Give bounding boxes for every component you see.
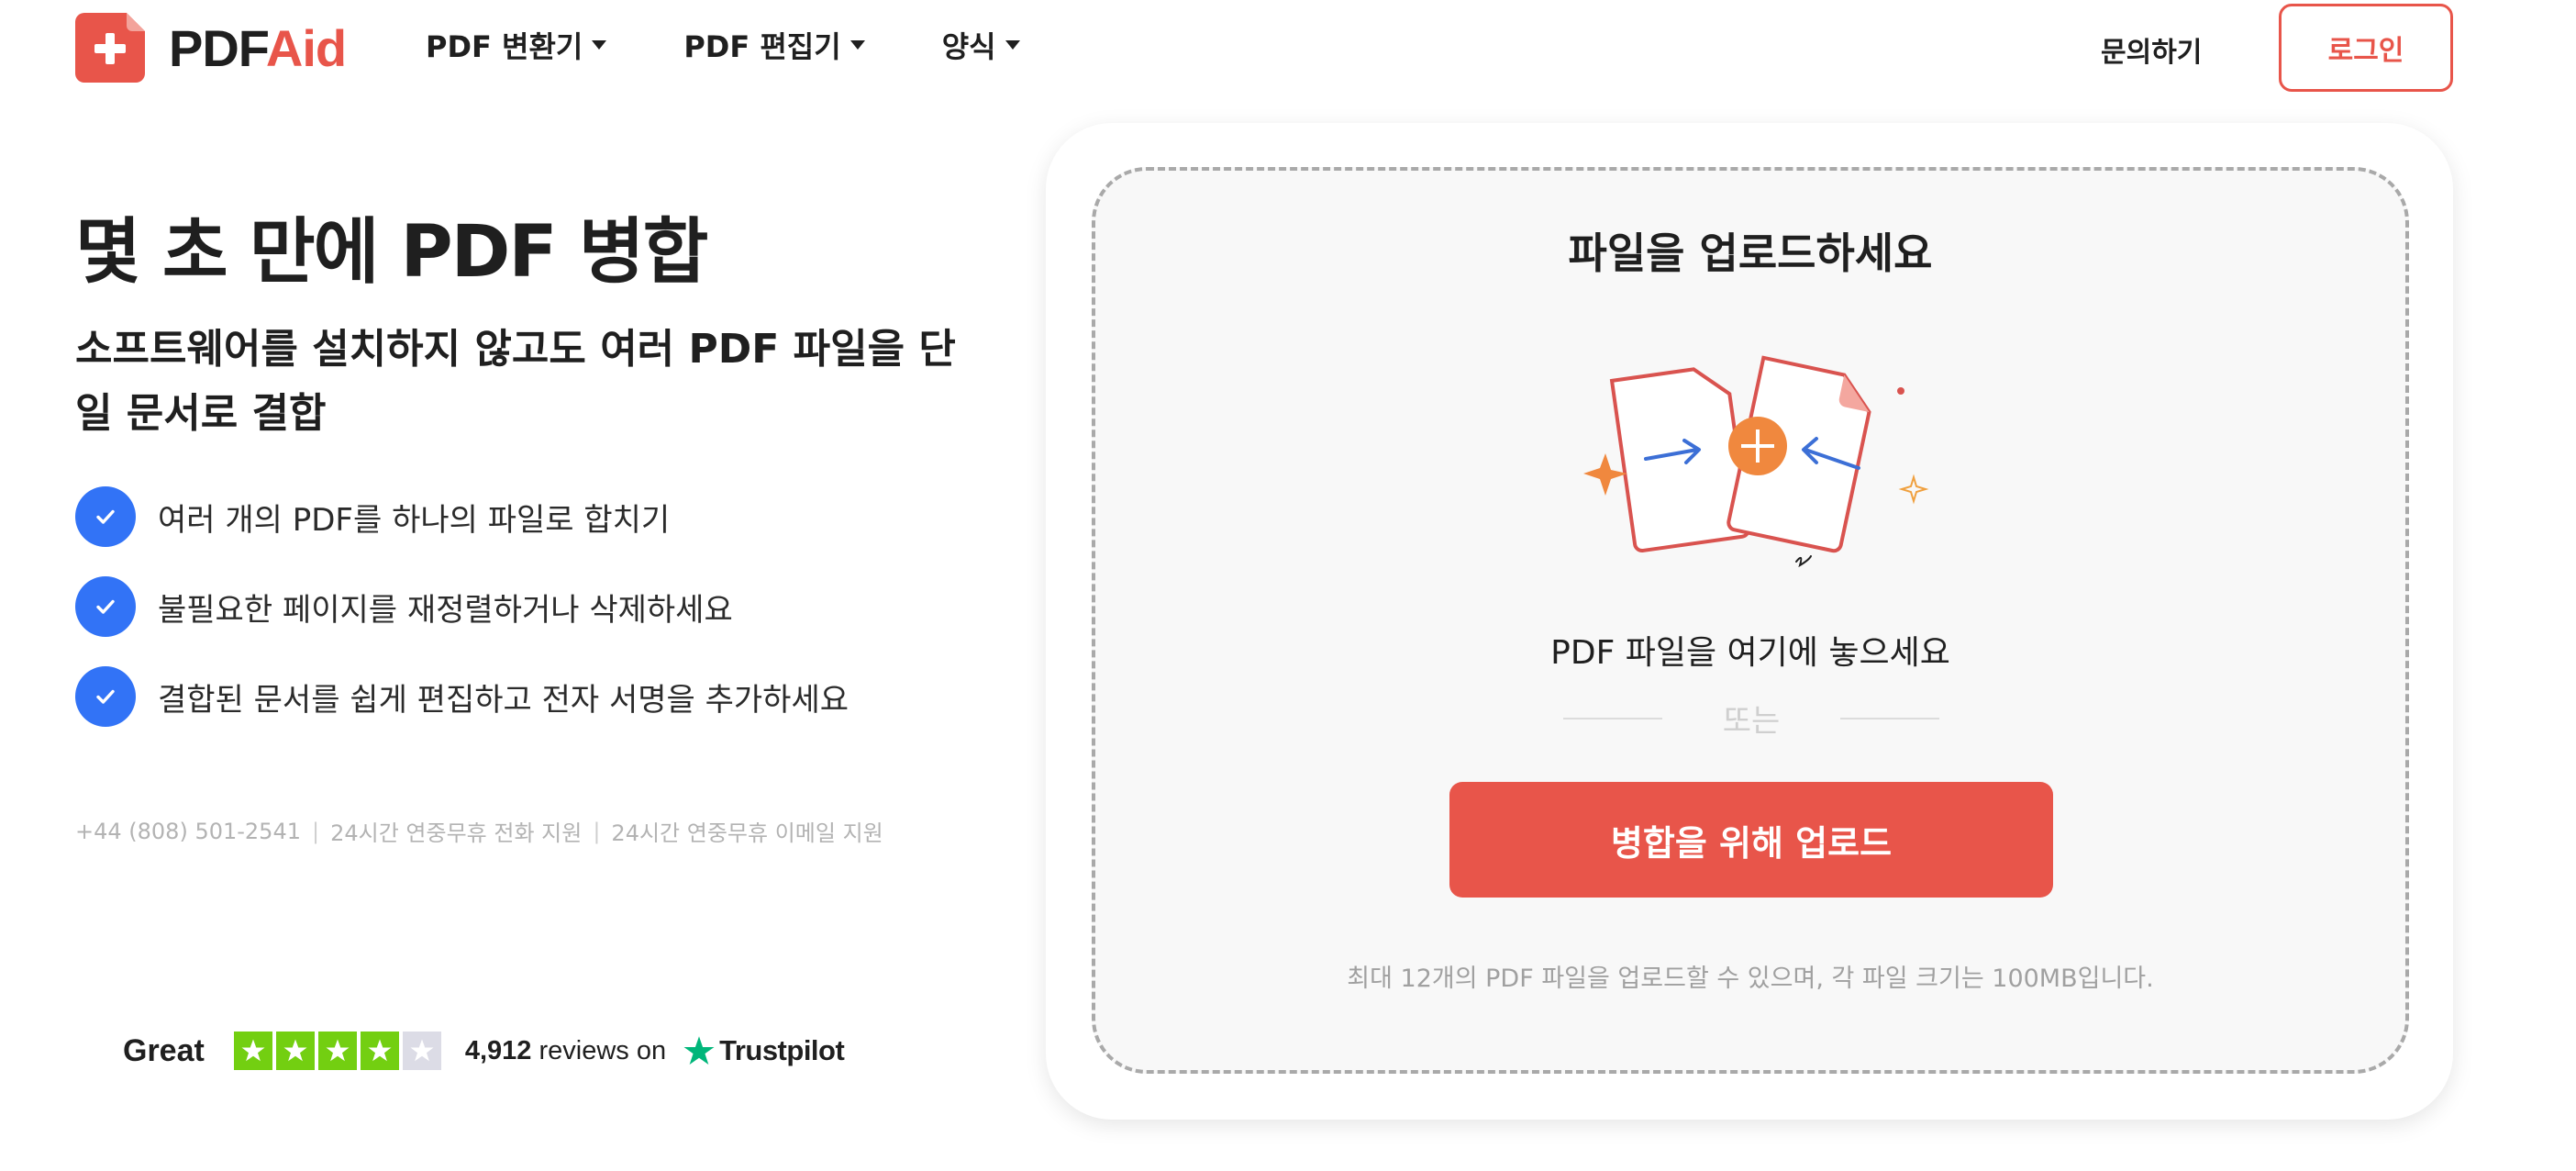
- logo-text: PDFAid: [169, 18, 347, 78]
- trustpilot-logo: Trustpilot: [683, 1034, 845, 1067]
- nav-pdf-converter-label: PDF 변환기: [426, 29, 583, 64]
- trust-review-count: 4,912 reviews on: [465, 1036, 666, 1066]
- check-icon: [75, 576, 136, 637]
- trust-rating-word: Great: [123, 1032, 205, 1068]
- support-separator: |: [312, 818, 320, 844]
- logo[interactable]: PDFAid: [75, 13, 347, 83]
- logo-plus-icon: [75, 13, 145, 83]
- feature-item: 불필요한 페이지를 재정렬하거나 삭제하세요: [75, 576, 849, 637]
- divider-line: [1840, 717, 1939, 719]
- drop-zone[interactable]: [1092, 167, 2409, 1074]
- trustpilot-star-icon: [683, 1036, 715, 1065]
- feature-text: 불필요한 페이지를 재정렬하거나 삭제하세요: [158, 591, 733, 629]
- nav-pdf-editor-label: PDF 편집기: [683, 29, 841, 64]
- support-phone[interactable]: +44 (808) 501-2541: [75, 819, 301, 844]
- login-button[interactable]: 로그인: [2279, 4, 2453, 92]
- check-icon: [75, 666, 136, 727]
- page-title: 몇 초 만에 PDF 병합: [75, 211, 708, 294]
- feature-item: 여러 개의 PDF를 하나의 파일로 합치기: [75, 486, 849, 547]
- feature-text: 결합된 문서를 쉽게 편집하고 전자 서명을 추가하세요: [158, 681, 849, 719]
- feature-item: 결합된 문서를 쉽게 편집하고 전자 서명을 추가하세요: [75, 666, 849, 727]
- trust-stars: [233, 1032, 445, 1070]
- support-separator: |: [593, 818, 601, 844]
- caret-down-icon: [849, 40, 865, 50]
- logo-text-pdf: PDF: [169, 18, 267, 77]
- contact-link[interactable]: 문의하기: [2101, 29, 2202, 70]
- trustpilot-widget[interactable]: Great 4,912 reviews on Trustpilot: [123, 1032, 845, 1070]
- caret-down-icon: [1005, 40, 1020, 50]
- check-icon: [75, 486, 136, 547]
- nav-pdf-editor[interactable]: PDF 편집기: [683, 24, 865, 66]
- star-filled-icon: [360, 1032, 399, 1070]
- drop-instructions: PDF 파일을 여기에 놓으세요: [1550, 634, 1950, 672]
- trust-count-number: 4,912: [464, 1035, 532, 1065]
- star-filled-icon: [317, 1032, 357, 1070]
- star-filled-icon: [233, 1032, 272, 1070]
- merge-files-illustration: [1569, 340, 1936, 578]
- trust-reviews-on: reviews on: [539, 1035, 667, 1065]
- caret-down-icon: [592, 40, 607, 50]
- or-divider: 또는: [1563, 696, 1939, 741]
- nav-forms[interactable]: 양식: [942, 24, 1020, 66]
- main-nav: PDF 변환기 PDF 편집기 양식: [426, 24, 1097, 66]
- nav-forms-label: 양식: [941, 29, 996, 64]
- nav-pdf-converter[interactable]: PDF 변환기: [426, 24, 607, 66]
- divider-line: [1563, 717, 1662, 719]
- logo-text-aid: Aid: [265, 18, 347, 77]
- upload-title: 파일을 업로드하세요: [1568, 229, 1933, 278]
- star-filled-icon: [275, 1032, 315, 1070]
- support-info: +44 (808) 501-2541 | 24시간 연중무휴 전화 지원 | 2…: [75, 815, 883, 847]
- star-empty-icon: [402, 1032, 441, 1070]
- upload-limit-note: 최대 12개의 PDF 파일을 업로드할 수 있으며, 각 파일 크기는 100…: [1347, 965, 2154, 993]
- support-phone-hours: 24시간 연중무휴 전화 지원: [330, 820, 583, 846]
- support-email-hours: 24시간 연중무휴 이메일 지원: [611, 820, 883, 846]
- feature-text: 여러 개의 PDF를 하나의 파일로 합치기: [158, 501, 671, 539]
- feature-list: 여러 개의 PDF를 하나의 파일로 합치기 불필요한 페이지를 재정렬하거나 …: [75, 486, 849, 756]
- trustpilot-name: Trustpilot: [719, 1034, 845, 1066]
- or-text: 또는: [1722, 703, 1781, 740]
- upload-button[interactable]: 병합을 위해 업로드: [1449, 782, 2053, 898]
- page-subtitle: 소프트웨어를 설치하지 않고도 여러 PDF 파일을 단일 문서로 결합: [75, 326, 956, 437]
